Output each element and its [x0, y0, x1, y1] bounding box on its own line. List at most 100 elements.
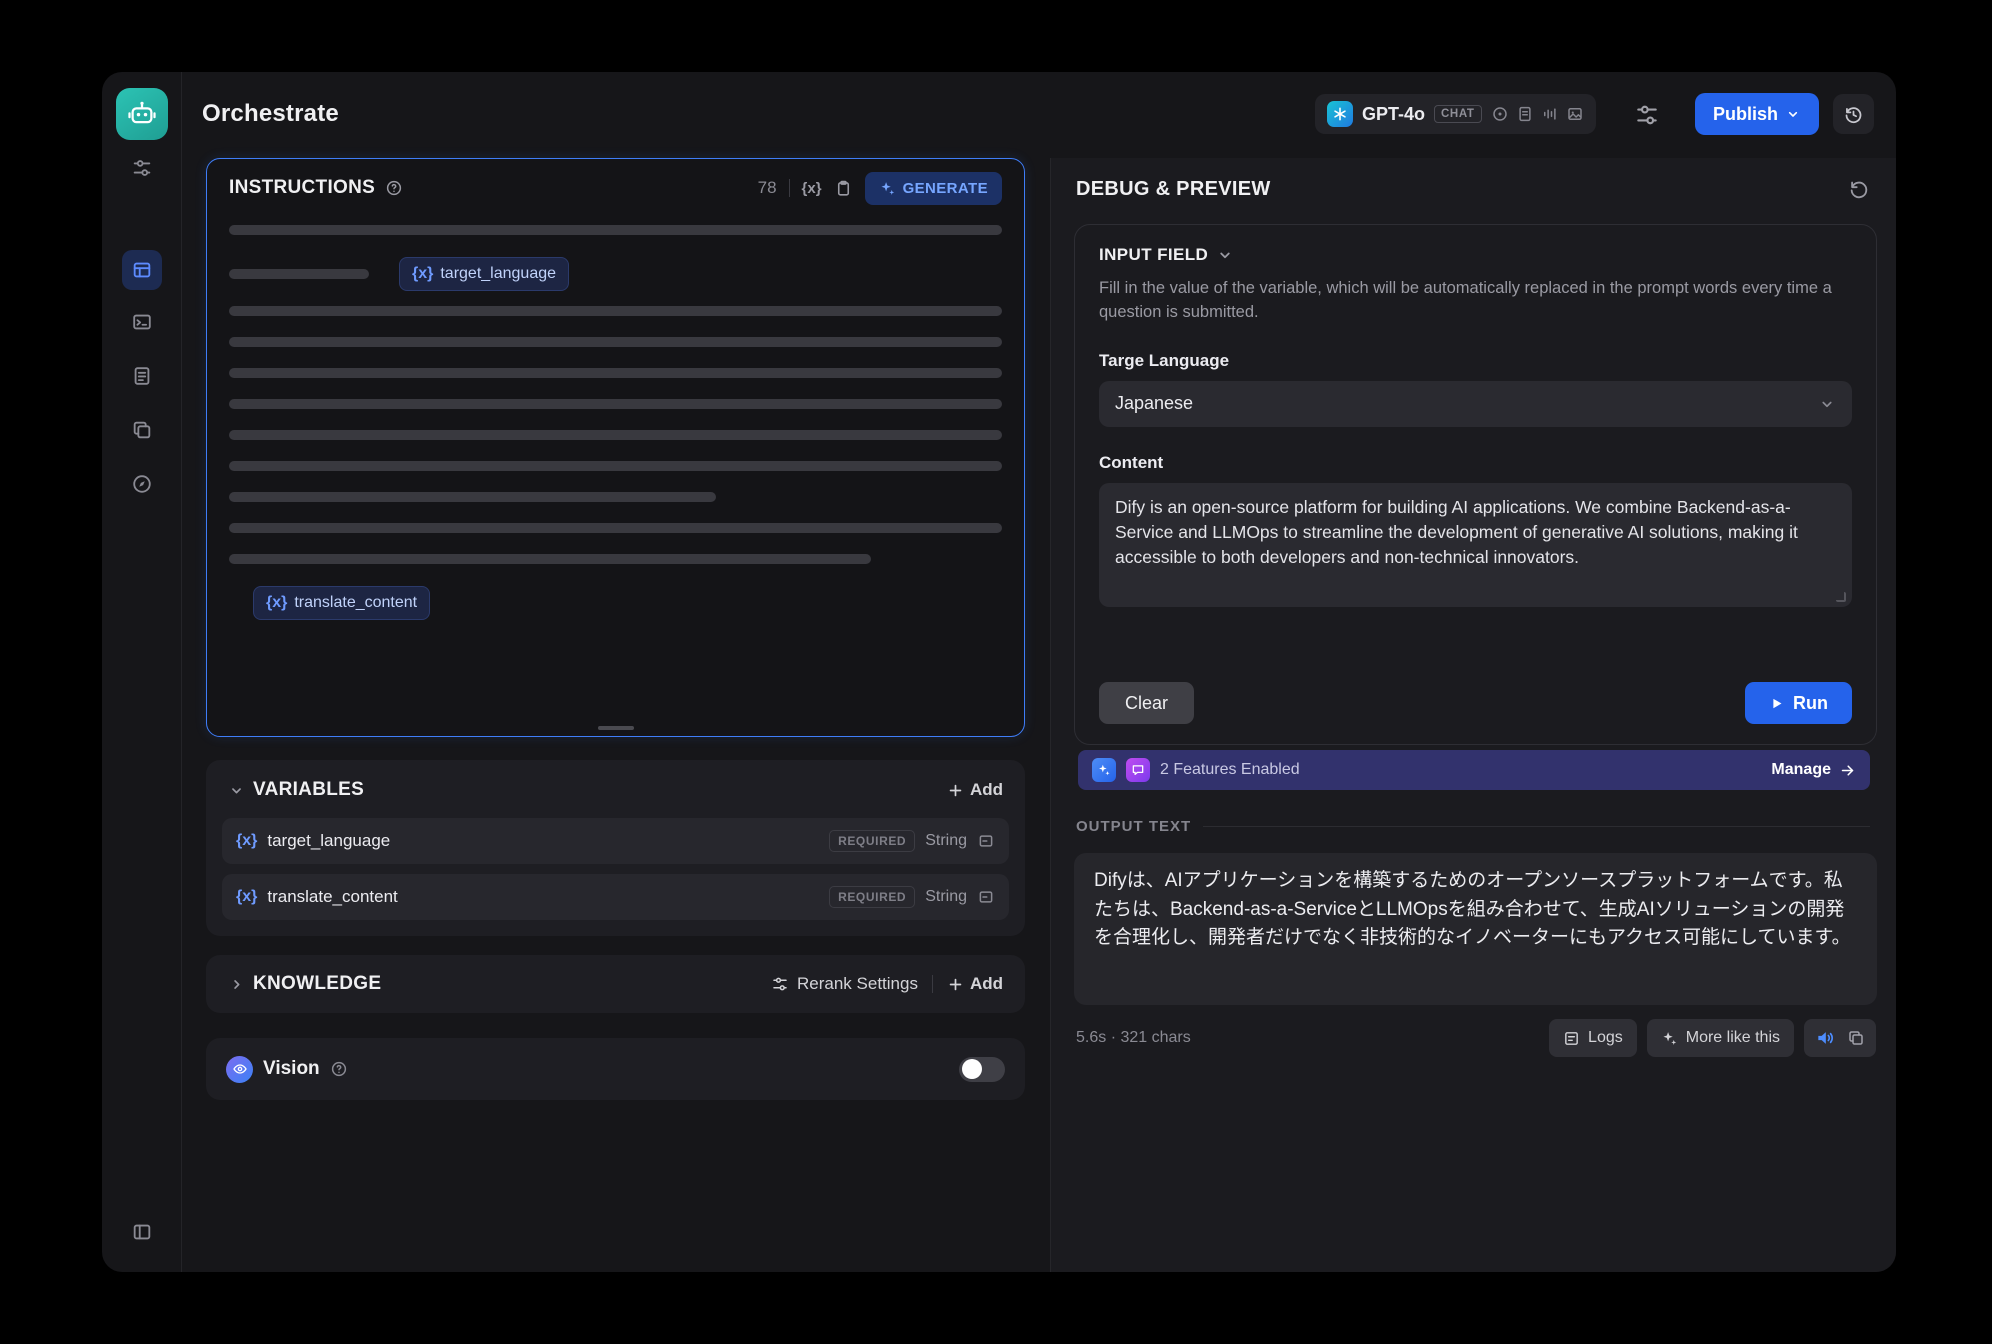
feature-icon-1: [1092, 758, 1116, 782]
output-title: OUTPUT TEXT: [1076, 818, 1191, 835]
prompt-settings-button[interactable]: [1634, 102, 1660, 128]
divider: [932, 975, 933, 993]
resize-corner[interactable]: [1836, 592, 1846, 602]
openai-logo-icon: [1327, 101, 1353, 127]
char-count: 78: [758, 178, 777, 198]
publish-label: Publish: [1713, 104, 1778, 125]
output-header: OUTPUT TEXT: [1076, 818, 1870, 835]
skeleton-line: [229, 554, 871, 564]
logs-icon: [1563, 1030, 1580, 1047]
text-to-speech-button[interactable]: [1815, 1028, 1835, 1048]
variable-row[interactable]: {x} translate_content REQUIRED String: [222, 874, 1009, 920]
field-label: Content: [1099, 453, 1852, 473]
insert-variable-button[interactable]: {x}: [802, 180, 822, 197]
document-icon: [1516, 105, 1534, 123]
manage-label: Manage: [1771, 761, 1831, 779]
instructions-header: INSTRUCTIONS 78 {x} GENERATE: [207, 159, 1024, 217]
more-like-this-button[interactable]: More like this: [1647, 1019, 1794, 1057]
sidebar-item-orchestrate[interactable]: [122, 250, 162, 290]
output-footer: 5.6s · 321 chars Logs More like this: [1076, 1018, 1876, 1058]
content-textarea[interactable]: Dify is an open-source platform for buil…: [1099, 483, 1852, 607]
required-badge: REQUIRED: [829, 886, 915, 908]
variables-header: VARIABLES Add: [222, 772, 1009, 808]
help-icon[interactable]: [330, 1060, 348, 1078]
generate-button[interactable]: GENERATE: [865, 172, 1002, 205]
publish-button[interactable]: Publish: [1695, 93, 1819, 135]
input-field-card: INPUT FIELD Fill in the value of the var…: [1074, 224, 1877, 745]
target-language-select[interactable]: Japanese: [1099, 381, 1852, 427]
skeleton-line: [229, 399, 1002, 409]
copy-output-button[interactable]: [1847, 1029, 1865, 1047]
model-selector[interactable]: GPT-4o CHAT: [1315, 94, 1596, 134]
skeleton-line: [229, 306, 1002, 316]
variable-chip-translate-content[interactable]: {x} translate_content: [253, 586, 430, 620]
output-icon-group: [1804, 1019, 1876, 1057]
add-label: Add: [970, 974, 1003, 994]
play-icon: [1769, 696, 1784, 711]
manage-features-button[interactable]: Manage: [1771, 761, 1856, 779]
chevron-right-icon[interactable]: [228, 976, 245, 993]
field-type-icon[interactable]: [977, 888, 995, 906]
version-history-button[interactable]: [1833, 94, 1874, 134]
features-bar: 2 Features Enabled Manage: [1078, 750, 1870, 790]
app-robot-avatar[interactable]: [116, 88, 168, 140]
variable-glyph: {x}: [236, 888, 257, 906]
model-capability-icons: [1491, 105, 1584, 123]
restart-debug-button[interactable]: [1848, 178, 1870, 200]
window-frame-icon: [131, 259, 153, 281]
input-field-title: INPUT FIELD: [1099, 245, 1208, 265]
variable-chip-target-language[interactable]: {x} target_language: [399, 257, 569, 291]
output-text: Difyは、AIアプリケーションを構築するためのオープンソースプラットフォームで…: [1074, 853, 1877, 1005]
orchestrate-pane: INSTRUCTIONS 78 {x} GENERATE: [182, 158, 1050, 1272]
variable-type: String: [925, 888, 967, 906]
feature-icon-2: [1126, 758, 1150, 782]
copy-note-icon: [131, 419, 153, 441]
chevron-down-icon: [1216, 246, 1234, 264]
sidebar-item-monitoring[interactable]: [122, 464, 162, 504]
chevron-down-icon[interactable]: [228, 782, 245, 799]
arrow-right-icon: [1839, 762, 1856, 779]
knowledge-section: KNOWLEDGE Rerank Settings Add: [206, 955, 1025, 1013]
compass-icon: [131, 473, 153, 495]
input-field-header[interactable]: INPUT FIELD: [1099, 245, 1852, 265]
variable-type: String: [925, 832, 967, 850]
select-value: Japanese: [1115, 393, 1193, 414]
waveform-icon: [1541, 105, 1559, 123]
vision-toggle[interactable]: [959, 1057, 1005, 1082]
knowledge-title: KNOWLEDGE: [253, 973, 381, 995]
logs-button[interactable]: Logs: [1549, 1019, 1637, 1057]
sidebar-item-settings[interactable]: [122, 148, 162, 188]
clear-button[interactable]: Clear: [1099, 682, 1194, 724]
terminal-icon: [131, 311, 153, 333]
run-label: Run: [1793, 693, 1828, 714]
skeleton-line: [229, 430, 1002, 440]
copy-prompt-button[interactable]: [834, 179, 853, 198]
sidebar-item-logs[interactable]: [122, 356, 162, 396]
left-icon-rail: [102, 72, 182, 1272]
sidebar-item-terminal[interactable]: [122, 302, 162, 342]
divider: [1203, 826, 1870, 827]
instructions-title: INSTRUCTIONS: [229, 177, 375, 199]
toggle-knob: [962, 1059, 982, 1079]
variable-row[interactable]: {x} target_language REQUIRED String: [222, 818, 1009, 864]
app-window: Orchestrate GPT-4o CHAT: [102, 72, 1896, 1272]
rerank-settings-button[interactable]: Rerank Settings: [771, 974, 918, 994]
variable-glyph: {x}: [412, 265, 433, 283]
logs-label: Logs: [1588, 1029, 1623, 1047]
instructions-editor: INSTRUCTIONS 78 {x} GENERATE: [206, 158, 1025, 737]
debug-preview-pane: DEBUG & PREVIEW INPUT FIELD Fill in the …: [1050, 158, 1896, 1272]
skeleton-line: [229, 337, 1002, 347]
add-knowledge-button[interactable]: Add: [947, 974, 1003, 994]
vision-label: Vision: [263, 1058, 320, 1080]
skeleton-row: {x} translate_content: [229, 585, 1002, 621]
sidebar-item-annotations[interactable]: [122, 410, 162, 450]
file-text-icon: [131, 365, 153, 387]
clear-label: Clear: [1125, 693, 1168, 714]
collapse-sidebar-button[interactable]: [122, 1212, 162, 1252]
run-button[interactable]: Run: [1745, 682, 1852, 724]
editor-resize-handle[interactable]: [598, 726, 634, 730]
features-enabled-label: 2 Features Enabled: [1160, 761, 1300, 779]
add-variable-button[interactable]: Add: [947, 780, 1003, 800]
help-icon[interactable]: [385, 179, 403, 197]
field-type-icon[interactable]: [977, 832, 995, 850]
